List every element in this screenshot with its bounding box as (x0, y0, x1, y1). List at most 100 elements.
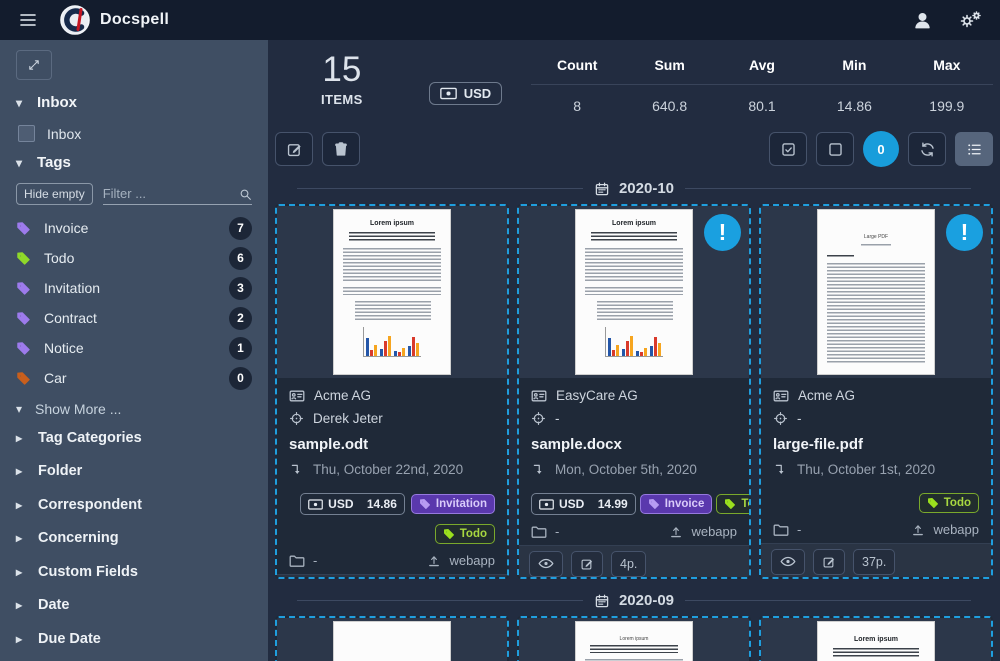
menu-icon[interactable] (18, 10, 38, 30)
top-navbar: Docspell (0, 0, 1000, 40)
item-card-sample-docx[interactable]: ! Lorem ipsum (517, 204, 751, 579)
upload-source-icon (911, 521, 925, 537)
stats-header-count: Count (531, 57, 623, 73)
item-title[interactable]: sample.odt (289, 436, 495, 453)
chevron-down-icon: ▾ (16, 402, 26, 416)
refresh-button[interactable] (908, 132, 946, 166)
preview-heading: Lorem ipsum (585, 636, 683, 642)
sidebar-item-source[interactable]: ▸ Source (16, 656, 252, 661)
sidebar-item-date[interactable]: ▸ Date (16, 589, 252, 623)
item-card-large-file-pdf[interactable]: ! Large PDF Acme AG (759, 204, 993, 579)
hide-empty-button[interactable]: Hide empty (16, 183, 93, 205)
item-date: Thu, October 22nd, 2020 (313, 462, 463, 477)
correspondent-name: Acme AG (314, 388, 371, 403)
select-none-button[interactable] (816, 132, 854, 166)
folder-icon (531, 523, 547, 539)
item-title[interactable]: sample.docx (531, 436, 737, 453)
docspell-logo-icon[interactable] (60, 5, 90, 35)
folder-icon (289, 552, 305, 568)
app-title: Docspell (100, 11, 169, 29)
settings-cogs-icon[interactable] (958, 10, 982, 30)
preview-eye-button[interactable] (771, 549, 805, 575)
preview-heading: Large PDF (827, 234, 925, 240)
tags-section-header[interactable]: ▾ Tags (16, 154, 252, 171)
preview-eye-button[interactable] (529, 551, 563, 577)
tag-filter-field[interactable] (103, 183, 252, 205)
item-preview[interactable]: Lorem ipsum (277, 206, 507, 378)
user-icon[interactable] (913, 11, 932, 30)
edit-item-button[interactable] (813, 549, 845, 575)
sidebar-item-tag-categories[interactable]: ▸ Tag Categories (16, 421, 252, 455)
tag-badge-todo[interactable]: Todo (919, 493, 979, 513)
tag-count-badge: 1 (229, 337, 252, 360)
search-sidebar: ▾ Inbox Inbox ▾ Tags Hide empty In (0, 40, 268, 661)
sidebar-item-due-date[interactable]: ▸ Due Date (16, 622, 252, 656)
chevron-right-icon: ▸ (16, 431, 26, 445)
stats-header-sum: Sum (623, 57, 715, 73)
item-date-icon (289, 461, 304, 477)
concerning-icon (773, 410, 788, 426)
correspondent-name: Acme AG (798, 388, 855, 403)
tag-count-badge: 0 (229, 367, 252, 390)
source-value: webapp (933, 522, 979, 537)
stats-value-avg: 80.1 (716, 98, 808, 114)
folder-value: - (797, 522, 801, 537)
item-title[interactable]: large-file.pdf (773, 436, 979, 453)
concerning-name: - (797, 411, 802, 426)
sidebar-tag-car[interactable]: Car 0 (16, 363, 252, 393)
folder-value: - (555, 524, 559, 539)
sidebar-item-correspondent[interactable]: ▸ Correspondent (16, 488, 252, 522)
sidebar-tag-todo[interactable]: Todo 6 (16, 243, 252, 273)
item-card[interactable] (275, 616, 509, 661)
collapse-sidebar-button[interactable] (16, 50, 52, 80)
correspondent-icon (773, 388, 789, 403)
inbox-checkbox[interactable] (18, 125, 35, 142)
item-preview[interactable]: Lorem ipsum (761, 618, 991, 661)
tag-badge-todo[interactable]: Todo (435, 524, 495, 544)
tag-badge-invoice[interactable]: Invoice (640, 494, 713, 514)
select-all-button[interactable] (769, 132, 807, 166)
item-card[interactable]: Lorem ipsum (517, 616, 751, 661)
sidebar-item-custom-fields[interactable]: ▸ Custom Fields (16, 555, 252, 589)
chevron-right-icon: ▸ (16, 464, 26, 478)
search-stats: 15 ITEMS USD Count Sum Avg Min Max 8 640… (275, 40, 993, 114)
tag-filter-input[interactable] (103, 186, 252, 201)
selected-count-badge: 0 (863, 131, 899, 167)
inbox-section-header[interactable]: ▾ Inbox (16, 94, 252, 111)
tag-count-badge: 6 (229, 247, 252, 270)
item-preview[interactable] (277, 618, 507, 661)
due-alert-badge: ! (704, 214, 741, 251)
stats-header-max: Max (901, 57, 993, 73)
chevron-right-icon: ▸ (16, 598, 26, 612)
item-preview[interactable]: Lorem ipsum (519, 618, 749, 661)
stats-value-min: 14.86 (808, 98, 900, 114)
delete-selected-button[interactable] (322, 132, 360, 166)
item-card-sample-odt[interactable]: Lorem ipsum (275, 204, 509, 579)
preview-heading: Lorem ipsum (343, 220, 441, 227)
stats-value-count: 8 (531, 98, 623, 114)
item-card[interactable]: Lorem ipsum (759, 616, 993, 661)
sidebar-tag-contract[interactable]: Contract 2 (16, 303, 252, 333)
amount-badge: USD 14.99 (531, 493, 636, 515)
inbox-filter-item[interactable]: Inbox (18, 125, 252, 142)
sidebar-tag-invitation[interactable]: Invitation 3 (16, 273, 252, 303)
sidebar-tag-invoice[interactable]: Invoice 7 (16, 213, 252, 243)
sidebar-item-folder[interactable]: ▸ Folder (16, 455, 252, 489)
show-more-tags-link[interactable]: ▾ Show More ... (16, 401, 252, 417)
sidebar-item-concerning[interactable]: ▸ Concerning (16, 522, 252, 556)
items-count: 15 ITEMS (321, 50, 363, 107)
tag-badge-invitation[interactable]: Invitation (411, 494, 495, 514)
tag-icon (16, 340, 31, 357)
tag-icon (16, 310, 31, 327)
pages-label: 4p. (611, 551, 646, 577)
item-list-main: 15 ITEMS USD Count Sum Avg Min Max 8 640… (268, 40, 1000, 661)
list-view-toggle-button[interactable] (955, 132, 993, 166)
sidebar-tag-notice[interactable]: Notice 1 (16, 333, 252, 363)
month-group-header: 2020-09 (297, 592, 971, 609)
preview-chart (363, 327, 421, 357)
edit-item-button[interactable] (571, 551, 603, 577)
pages-label: 37p. (853, 549, 895, 575)
edit-selected-button[interactable] (275, 132, 313, 166)
tag-badge-todo[interactable]: Todo (716, 494, 751, 514)
stats-value-max: 199.9 (901, 98, 993, 114)
